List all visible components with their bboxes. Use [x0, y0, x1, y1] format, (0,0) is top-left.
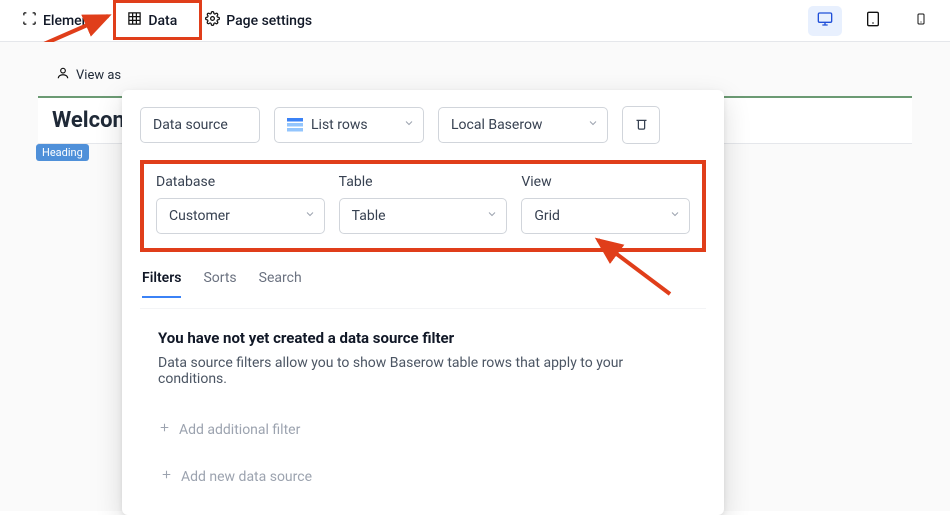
tab-search[interactable]: Search: [259, 270, 302, 298]
service-select-value: List rows: [311, 117, 368, 133]
elements-icon: [22, 11, 37, 30]
add-data-source-label: Add new data source: [181, 469, 312, 485]
data-tab[interactable]: Data: [117, 5, 187, 36]
top-toolbar: Elements Data Page settings: [0, 0, 950, 42]
gear-icon: [205, 11, 220, 30]
tab-sorts[interactable]: Sorts: [203, 270, 236, 298]
view-select-value: Grid: [534, 208, 560, 224]
add-filter-button[interactable]: Add additional filter: [158, 415, 688, 444]
user-icon: [56, 66, 70, 84]
data-grid-icon: [127, 11, 142, 30]
tablet-icon: [865, 11, 881, 31]
chevron-down-icon: [403, 117, 415, 133]
integration-select-value: Local Baserow: [451, 117, 542, 133]
data-source-name-input[interactable]: Data source: [140, 107, 260, 143]
delete-data-source-button[interactable]: [622, 106, 660, 144]
table-select-value: Table: [352, 208, 386, 224]
elements-tab-label: Elements: [43, 13, 101, 29]
plus-icon: [158, 421, 171, 438]
data-source-sub-tabs: Filters Sorts Search: [140, 270, 706, 309]
view-as-button[interactable]: View as: [48, 62, 129, 88]
data-source-panel: Data source List rows Local Baserow: [122, 90, 724, 515]
integration-select[interactable]: Local Baserow: [438, 107, 608, 143]
list-rows-icon: [287, 118, 303, 132]
database-label: Database: [156, 174, 325, 190]
data-source-name-text: Data source: [153, 117, 228, 133]
elements-tab[interactable]: Elements: [12, 5, 111, 36]
service-select[interactable]: List rows: [274, 107, 424, 143]
chevron-down-icon: [486, 208, 498, 224]
filters-empty-title: You have not yet created a data source f…: [158, 329, 688, 347]
desktop-icon: [816, 11, 834, 31]
desktop-device-button[interactable]: [808, 6, 842, 36]
plus-icon: [160, 468, 173, 485]
chevron-down-icon: [304, 208, 316, 224]
tab-filters-label: Filters: [142, 270, 181, 286]
chevron-down-icon: [669, 208, 681, 224]
tab-search-label: Search: [259, 270, 302, 286]
chevron-down-icon: [587, 117, 599, 133]
page-canvas: View as Welcon Heading Data source List …: [0, 42, 950, 511]
database-select[interactable]: Customer: [156, 198, 325, 234]
page-settings-tab[interactable]: Page settings: [195, 5, 322, 36]
page-settings-tab-label: Page settings: [226, 13, 312, 29]
view-label: View: [521, 174, 690, 190]
database-select-value: Customer: [169, 208, 230, 224]
tab-sorts-label: Sorts: [203, 270, 236, 286]
mobile-device-button[interactable]: [904, 6, 938, 36]
heading-element-tag: Heading: [36, 144, 89, 161]
view-select[interactable]: Grid: [521, 198, 690, 234]
highlight-box-config: Database Table View Customer Table Grid: [140, 160, 706, 252]
view-as-label: View as: [76, 68, 121, 83]
tab-filters[interactable]: Filters: [142, 270, 181, 298]
device-switch-group: [808, 6, 938, 36]
table-select[interactable]: Table: [339, 198, 508, 234]
filters-empty-desc: Data source filters allow you to show Ba…: [158, 355, 688, 387]
add-data-source-button[interactable]: Add new data source: [140, 462, 706, 491]
trash-icon: [634, 116, 649, 135]
table-label: Table: [339, 174, 508, 190]
filters-empty-state: You have not yet created a data source f…: [140, 329, 706, 444]
data-tab-label: Data: [148, 13, 177, 29]
mobile-icon: [915, 11, 927, 31]
tablet-device-button[interactable]: [856, 6, 890, 36]
add-filter-label: Add additional filter: [179, 422, 300, 438]
